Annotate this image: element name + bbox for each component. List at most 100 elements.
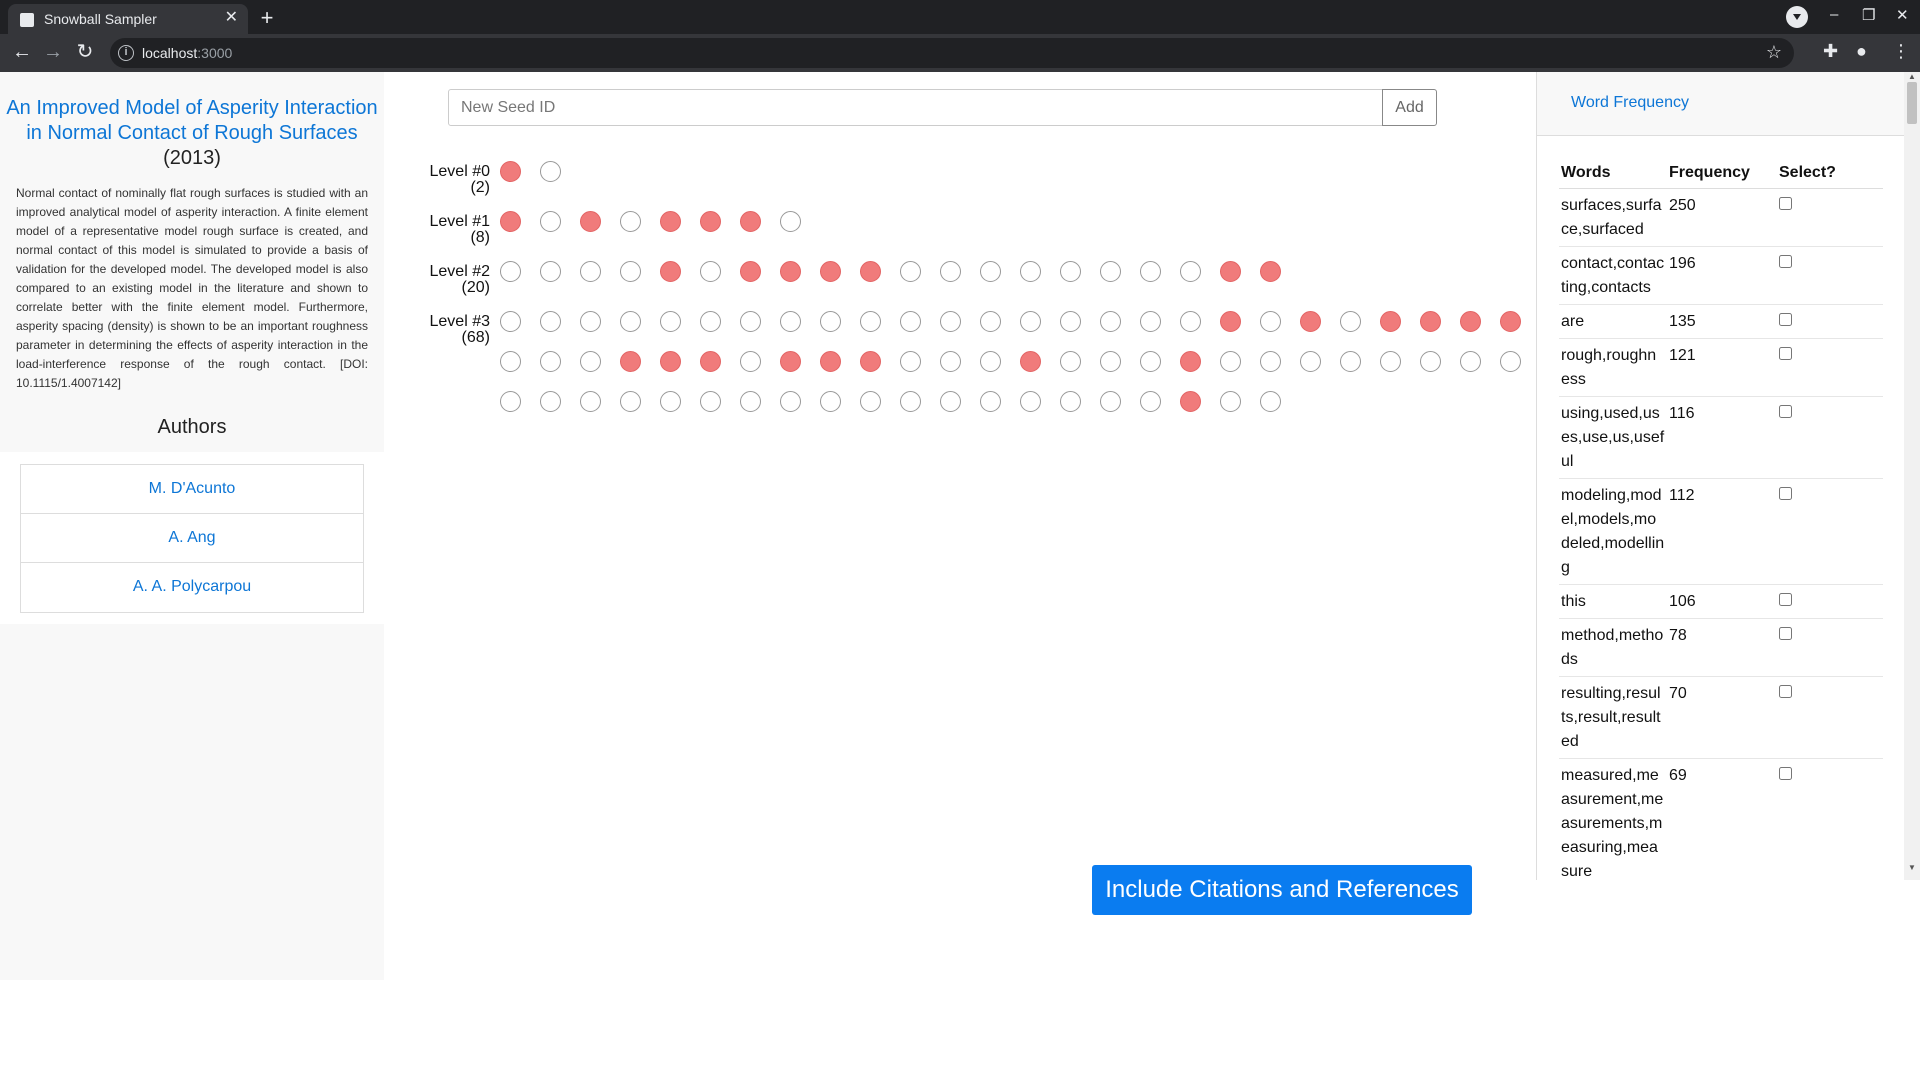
paper-node-selected[interactable]	[660, 211, 681, 232]
paper-node[interactable]	[860, 391, 881, 412]
paper-node-selected[interactable]	[1180, 391, 1201, 412]
select-word-checkbox[interactable]	[1779, 592, 1792, 606]
paper-node[interactable]	[580, 391, 601, 412]
address-bar[interactable]: i localhost:3000 ☆	[110, 38, 1794, 68]
paper-node[interactable]	[500, 311, 521, 332]
paper-node[interactable]	[900, 351, 921, 372]
paper-node[interactable]	[1100, 391, 1121, 412]
paper-node[interactable]	[580, 351, 601, 372]
paper-node[interactable]	[700, 391, 721, 412]
close-window-icon[interactable]: ✕	[1896, 6, 1909, 24]
paper-node[interactable]	[780, 311, 801, 332]
paper-node[interactable]	[660, 311, 681, 332]
paper-node[interactable]	[1060, 311, 1081, 332]
paper-node[interactable]	[940, 261, 961, 282]
author-link[interactable]: A. Ang	[21, 514, 363, 563]
seed-id-input[interactable]	[448, 89, 1383, 126]
select-word-checkbox[interactable]	[1779, 684, 1792, 698]
paper-node[interactable]	[660, 391, 681, 412]
paper-node-selected[interactable]	[860, 261, 881, 282]
paper-node[interactable]	[1500, 351, 1521, 372]
close-tab-icon[interactable]: ✕	[225, 10, 238, 26]
paper-node[interactable]	[540, 351, 561, 372]
paper-node-selected[interactable]	[780, 351, 801, 372]
paper-node-selected[interactable]	[500, 161, 521, 182]
paper-node[interactable]	[980, 261, 1001, 282]
paper-node-selected[interactable]	[1260, 261, 1281, 282]
paper-node-selected[interactable]	[1020, 351, 1041, 372]
paper-node[interactable]	[500, 261, 521, 282]
paper-node[interactable]	[1460, 351, 1481, 372]
paper-node-selected[interactable]	[1300, 311, 1321, 332]
paper-node[interactable]	[900, 391, 921, 412]
select-word-checkbox[interactable]	[1779, 486, 1792, 500]
paper-node-selected[interactable]	[700, 211, 721, 232]
paper-node[interactable]	[1300, 351, 1321, 372]
paper-node[interactable]	[740, 391, 761, 412]
paper-node[interactable]	[940, 391, 961, 412]
minimize-icon[interactable]: –	[1830, 6, 1838, 23]
paper-node[interactable]	[1060, 351, 1081, 372]
paper-node[interactable]	[740, 351, 761, 372]
url-text[interactable]: localhost:3000	[142, 45, 232, 61]
tab-word-frequency[interactable]: Word Frequency	[1571, 94, 1689, 112]
paper-node[interactable]	[1100, 311, 1121, 332]
author-link[interactable]: A. A. Polycarpou	[21, 563, 363, 612]
paper-node-selected[interactable]	[580, 211, 601, 232]
paper-node[interactable]	[580, 261, 601, 282]
paper-node-selected[interactable]	[740, 261, 761, 282]
select-word-checkbox[interactable]	[1779, 196, 1792, 210]
paper-node[interactable]	[540, 311, 561, 332]
paper-node[interactable]	[1180, 311, 1201, 332]
select-word-checkbox[interactable]	[1779, 404, 1792, 418]
paper-node[interactable]	[1380, 351, 1401, 372]
scroll-down-icon[interactable]: ▼	[1908, 863, 1916, 872]
paper-node-selected[interactable]	[620, 351, 641, 372]
paper-node[interactable]	[1340, 351, 1361, 372]
author-link[interactable]: M. D'Acunto	[21, 465, 363, 514]
add-seed-button[interactable]: Add	[1382, 89, 1437, 126]
paper-node-selected[interactable]	[820, 261, 841, 282]
paper-node[interactable]	[1140, 351, 1161, 372]
browser-tab[interactable]: Snowball Sampler ✕	[8, 4, 248, 34]
paper-node-selected[interactable]	[1420, 311, 1441, 332]
paper-node[interactable]	[1060, 391, 1081, 412]
paper-node[interactable]	[820, 391, 841, 412]
paper-node[interactable]	[500, 391, 521, 412]
include-citations-button[interactable]: Include Citations and References	[1092, 865, 1472, 915]
paper-node[interactable]	[580, 311, 601, 332]
paper-node[interactable]	[900, 311, 921, 332]
paper-node-selected[interactable]	[1500, 311, 1521, 332]
paper-node[interactable]	[1140, 311, 1161, 332]
paper-node[interactable]	[700, 261, 721, 282]
paper-node[interactable]	[980, 311, 1001, 332]
menu-kebab-icon[interactable]: ⋮	[1892, 41, 1910, 62]
paper-node-selected[interactable]	[860, 351, 881, 372]
paper-node[interactable]	[540, 261, 561, 282]
paper-node[interactable]	[1180, 261, 1201, 282]
select-word-checkbox[interactable]	[1779, 254, 1792, 268]
paper-node-selected[interactable]	[700, 351, 721, 372]
scrollbar-thumb[interactable]	[1907, 82, 1917, 124]
scroll-up-icon[interactable]: ▲	[1908, 72, 1916, 81]
paper-node[interactable]	[860, 311, 881, 332]
paper-node[interactable]	[820, 311, 841, 332]
paper-node[interactable]	[1140, 261, 1161, 282]
paper-node-selected[interactable]	[500, 211, 521, 232]
paper-node[interactable]	[980, 391, 1001, 412]
paper-node[interactable]	[1260, 311, 1281, 332]
paper-node[interactable]	[1140, 391, 1161, 412]
paper-node[interactable]	[540, 161, 561, 182]
paper-node-selected[interactable]	[1220, 311, 1241, 332]
paper-node-selected[interactable]	[660, 351, 681, 372]
paper-node[interactable]	[1220, 391, 1241, 412]
select-word-checkbox[interactable]	[1779, 346, 1792, 360]
paper-node-selected[interactable]	[1460, 311, 1481, 332]
select-word-checkbox[interactable]	[1779, 626, 1792, 640]
site-info-icon[interactable]: i	[118, 45, 134, 61]
paper-node-selected[interactable]	[740, 211, 761, 232]
new-tab-icon[interactable]: +	[254, 6, 280, 32]
restore-icon[interactable]: ❐	[1862, 6, 1875, 24]
paper-node[interactable]	[1020, 261, 1041, 282]
paper-node[interactable]	[1420, 351, 1441, 372]
